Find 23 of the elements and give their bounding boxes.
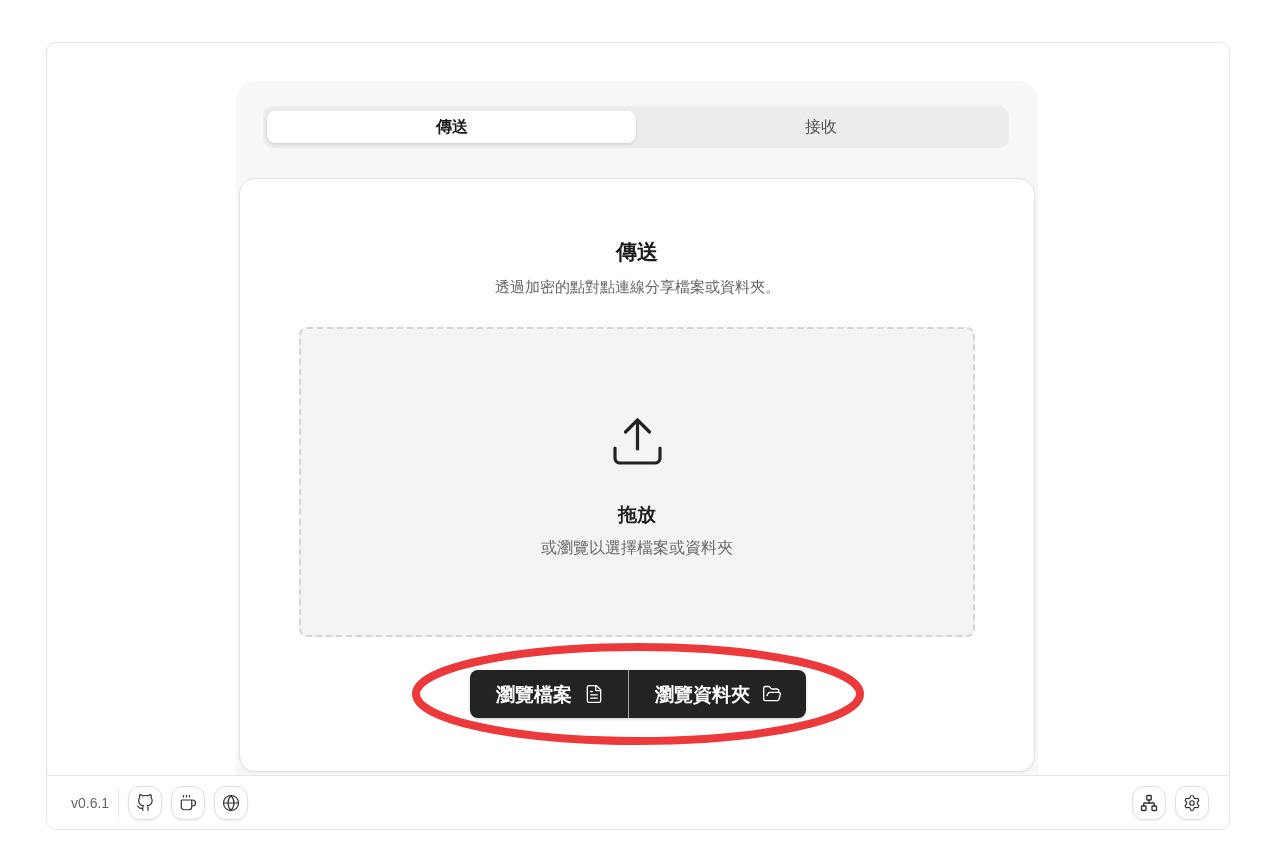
network-icon [1140, 793, 1158, 812]
tab[interactable]: 接收 [636, 111, 1005, 143]
drop-zone-hint: 或瀏覽以選擇檔案或資料夾 [541, 538, 733, 558]
card-subtitle: 透過加密的點對點連線分享檔案或資料夾。 [494, 277, 780, 297]
tab[interactable]: 傳送 [267, 111, 636, 143]
drop-zone-title: 拖放 [618, 502, 656, 526]
drop-zone[interactable]: 拖放 或瀏覽以選擇檔案或資料夾 [299, 327, 975, 637]
upload-icon [611, 417, 663, 466]
github-button[interactable] [128, 785, 163, 820]
globe-icon [222, 793, 241, 812]
coffee-button[interactable] [171, 785, 206, 820]
card-title: 傳送 [616, 239, 658, 265]
browse-button[interactable]: 瀏覽資料夾 [628, 670, 806, 718]
settings-button[interactable] [1175, 785, 1209, 820]
network-button[interactable] [1132, 785, 1166, 820]
version-label: v0.6.1 [71, 794, 110, 811]
language-button[interactable] [214, 785, 249, 820]
file-icon [584, 684, 604, 704]
github-icon [136, 793, 155, 812]
browse-button[interactable]: 瀏覽檔案 [470, 670, 628, 718]
folder-icon [762, 684, 782, 704]
coffee-cup-icon [179, 793, 198, 812]
settings-icon [1183, 793, 1201, 812]
